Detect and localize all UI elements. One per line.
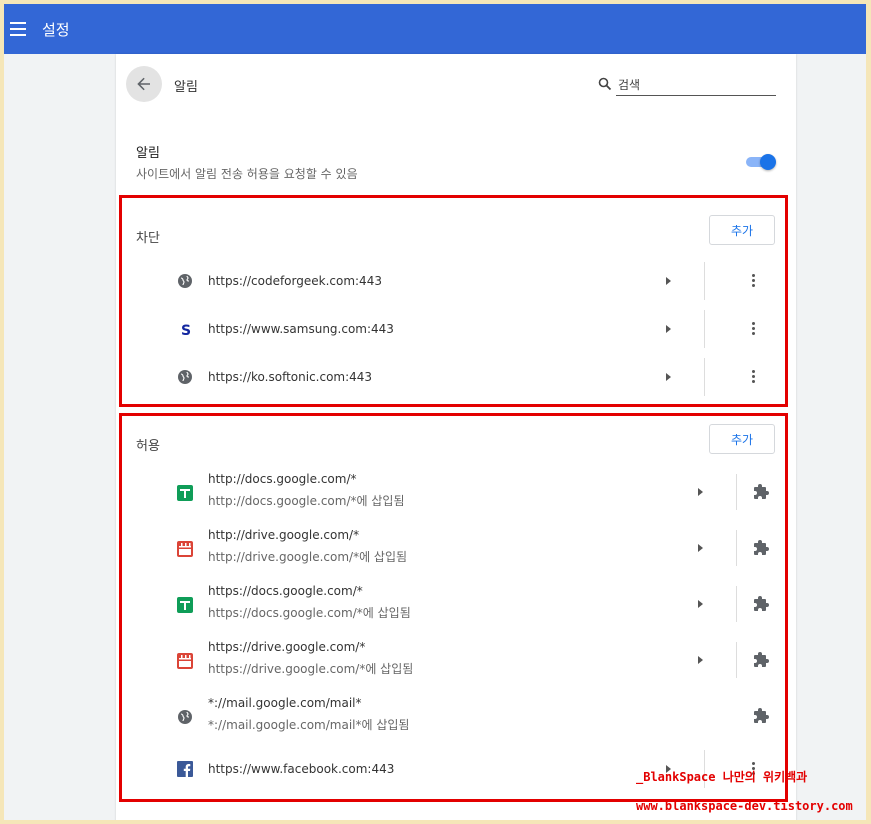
google-drive-icon <box>177 541 193 557</box>
globe-icon <box>178 274 192 288</box>
notifications-setting: 알림 사이트에서 알림 전송 허용을 요청할 수 있음 <box>136 142 776 182</box>
search-box <box>598 74 776 96</box>
site-url: https://docs.google.com/* <box>208 584 363 598</box>
svg-text:S: S <box>181 323 191 337</box>
arrow-right-icon[interactable] <box>698 600 703 608</box>
allowed-row[interactable]: https://drive.google.com/* https://drive… <box>122 634 782 686</box>
search-icon <box>598 77 612 91</box>
samsung-icon: S <box>181 323 191 337</box>
arrow-right-icon[interactable] <box>666 373 671 381</box>
arrow-right-icon[interactable] <box>698 544 703 552</box>
extension-icon[interactable] <box>752 595 770 613</box>
globe-icon <box>178 710 192 724</box>
allowed-row[interactable]: *://mail.google.com/mail* *://mail.googl… <box>122 690 782 742</box>
blocked-row[interactable]: S https://www.samsung.com:443 <box>122 306 782 352</box>
arrow-right-icon[interactable] <box>666 325 671 333</box>
allowed-row[interactable]: http://docs.google.com/* http://docs.goo… <box>122 466 782 518</box>
more-vert-icon[interactable] <box>752 322 756 336</box>
blocked-row[interactable]: https://ko.softonic.com:443 <box>122 354 782 400</box>
extension-icon[interactable] <box>752 707 770 725</box>
site-url: http://drive.google.com/* <box>208 528 360 542</box>
back-button[interactable] <box>126 66 162 102</box>
more-vert-icon[interactable] <box>752 370 756 384</box>
google-docs-icon <box>177 597 193 613</box>
site-url: *://mail.google.com/mail* <box>208 696 362 710</box>
arrow-back-icon <box>137 77 150 91</box>
extension-icon[interactable] <box>752 539 770 557</box>
watermark-url: www.blankspace-dev.tistory.com <box>636 799 853 813</box>
allowed-label: 허용 <box>136 439 160 454</box>
site-embedded-note: http://drive.google.com/*에 삽입됨 <box>208 550 408 564</box>
blocked-section: 차단 추가 https://codeforgeek.com:443 S http… <box>119 195 788 407</box>
search-input[interactable] <box>616 74 776 96</box>
site-url: https://codeforgeek.com:443 <box>208 274 382 288</box>
site-url: https://drive.google.com/* <box>208 640 366 654</box>
add-allowed-button[interactable]: 추가 <box>709 424 775 454</box>
arrow-right-icon[interactable] <box>698 656 703 664</box>
site-embedded-note: https://docs.google.com/*에 삽입됨 <box>208 606 411 620</box>
site-url: https://ko.softonic.com:443 <box>208 370 373 384</box>
blocked-label: 차단 <box>136 231 160 246</box>
arrow-right-icon[interactable] <box>666 277 671 285</box>
app-title: 설정 <box>42 20 70 39</box>
extension-icon[interactable] <box>752 651 770 669</box>
globe-icon <box>178 370 192 384</box>
google-drive-icon <box>177 653 193 669</box>
site-embedded-note: https://drive.google.com/*에 삽입됨 <box>208 662 414 676</box>
settings-window: 설정 알림 알림 사이트에서 알림 전송 허용을 요청할 수 있음 <box>4 4 866 820</box>
notifications-title: 알림 <box>136 146 160 161</box>
page-title: 알림 <box>174 80 198 95</box>
site-embedded-note: *://mail.google.com/mail*에 삽입됨 <box>208 718 410 732</box>
allowed-section: 허용 추가 http://docs.google.com/* http://do… <box>119 413 788 802</box>
extension-icon[interactable] <box>752 483 770 501</box>
site-url: https://www.facebook.com:443 <box>208 762 395 776</box>
subpage-header: 알림 <box>116 64 796 104</box>
notifications-description: 사이트에서 알림 전송 허용을 요청할 수 있음 <box>136 167 358 181</box>
google-docs-icon <box>177 485 193 501</box>
more-vert-icon[interactable] <box>752 274 756 288</box>
app-bar: 설정 <box>4 4 866 54</box>
notifications-toggle[interactable] <box>744 154 776 170</box>
site-url: http://docs.google.com/* <box>208 472 357 486</box>
add-blocked-button[interactable]: 추가 <box>709 215 775 245</box>
blocked-row[interactable]: https://codeforgeek.com:443 <box>122 258 782 304</box>
site-embedded-note: http://docs.google.com/*에 삽입됨 <box>208 494 405 508</box>
allowed-row[interactable]: http://drive.google.com/* http://drive.g… <box>122 522 782 574</box>
menu-icon[interactable] <box>10 22 28 36</box>
allowed-row[interactable]: https://docs.google.com/* https://docs.g… <box>122 578 782 630</box>
arrow-right-icon[interactable] <box>698 488 703 496</box>
watermark-title: _BlankSpace 나만의 위키백과 <box>636 770 808 784</box>
facebook-icon <box>177 761 193 777</box>
site-url: https://www.samsung.com:443 <box>208 322 394 336</box>
